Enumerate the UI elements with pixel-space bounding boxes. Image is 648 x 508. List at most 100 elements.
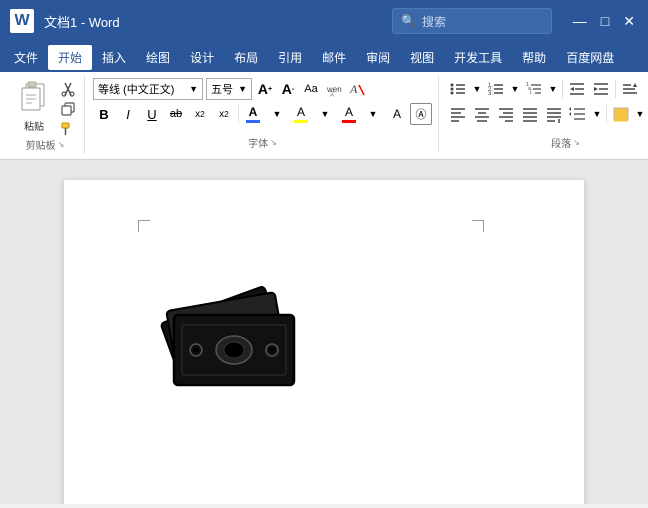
multilevel-dropdown[interactable]: ▼ [547,78,559,100]
page-corner-tl [138,220,150,232]
font-color-button[interactable]: A [242,103,264,125]
para-divider3 [606,105,607,123]
text-color-bar [342,120,356,123]
format-painter-button[interactable] [58,120,78,138]
ribbon: 粘贴 剪贴板 ↘ 等线 (中文正文) [0,72,648,160]
bullets-dropdown[interactable]: ▼ [471,78,483,100]
menu-baidu[interactable]: 百度网盘 [556,45,624,70]
char-shade-button[interactable]: A [386,103,408,125]
bullets-button[interactable] [447,78,469,100]
decrease-font-button[interactable]: A- [278,79,298,99]
font-name-selector[interactable]: 等线 (中文正文) ▼ [93,78,203,100]
shading-dropdown[interactable]: ▼ [634,103,646,125]
size-dropdown-icon: ▼ [238,84,247,94]
paragraph-expand-icon[interactable]: ↘ [573,138,580,147]
close-button[interactable]: ✕ [618,11,640,32]
numbering-button[interactable]: 1.2.3. [485,78,507,100]
align-right-button[interactable] [495,103,517,125]
menu-developer[interactable]: 开发工具 [444,45,512,70]
subscript-button[interactable]: x2 [189,103,211,125]
font-row-1: 等线 (中文正文) ▼ 五号 ▼ A+ A- Aa wen文 A [93,78,432,100]
font-expand-icon[interactable]: ↘ [270,138,277,147]
font-group: 等线 (中文正文) ▼ 五号 ▼ A+ A- Aa wen文 A B [87,76,439,152]
show-marks-button[interactable]: ¶ [643,78,648,100]
search-box[interactable]: 🔍 搜索 [392,8,552,34]
svg-text:i.: i. [530,90,533,96]
menu-insert[interactable]: 插入 [92,45,136,70]
decrease-indent-button[interactable] [566,78,588,100]
text-color-dropdown[interactable]: ▼ [362,103,384,125]
align-center-button[interactable] [471,103,493,125]
underline-button[interactable]: U [141,103,163,125]
align-left-button[interactable] [447,103,469,125]
change-case-button[interactable]: Aa [301,79,321,99]
increase-indent-button[interactable] [590,78,612,100]
font-color-bar [246,120,260,123]
font-row-2: B I U ab x2 x2 A ▼ A ▼ A [93,103,432,125]
menu-mailings[interactable]: 邮件 [312,45,356,70]
search-placeholder: 搜索 [422,13,446,30]
document-page[interactable] [64,180,584,504]
menu-draw[interactable]: 绘图 [136,45,180,70]
superscript-button[interactable]: x2 [213,103,235,125]
menu-layout[interactable]: 布局 [224,45,268,70]
document-area[interactable] [0,160,648,504]
font-label: 字体 ↘ [248,135,277,150]
font-size-selector[interactable]: 五号 ▼ [206,78,252,100]
italic-button[interactable]: I [117,103,139,125]
para-divider2 [615,80,616,98]
cut-button[interactable] [58,80,78,98]
text-color-button[interactable]: A [338,103,360,125]
line-spacing-button[interactable] [567,103,589,125]
svg-text:A: A [349,82,358,96]
minimize-button[interactable]: — [568,11,592,31]
phonetic-guide-button[interactable]: wen文 [324,79,344,99]
numbering-dropdown[interactable]: ▼ [509,78,521,100]
copy-button[interactable] [58,100,78,118]
svg-text:文: 文 [329,90,335,97]
distributed-button[interactable] [543,103,565,125]
justify-button[interactable] [519,103,541,125]
document-image[interactable] [154,270,314,390]
clipboard-sub-buttons [58,80,78,138]
menu-references[interactable]: 引用 [268,45,312,70]
paste-icon [16,80,52,116]
paragraph-label: 段落 ↘ [551,135,580,150]
title-bar: W 文档1 - Word 🔍 搜索 — □ ✕ [0,0,648,42]
clipboard-label: 剪贴板 ↘ [26,137,65,152]
menu-review[interactable]: 审阅 [356,45,400,70]
line-spacing-dropdown[interactable]: ▼ [591,103,603,125]
strikethrough-button[interactable]: ab [165,103,187,125]
highlight-bar [294,120,308,123]
clipboard-expand-icon[interactable]: ↘ [58,140,65,149]
clear-format-button[interactable]: A [347,79,367,99]
font-color-dropdown[interactable]: ▼ [266,103,288,125]
money-icon-svg [154,270,314,390]
menu-home[interactable]: 开始 [48,45,92,70]
highlight-dropdown[interactable]: ▼ [314,103,336,125]
paste-button[interactable]: 粘贴 [12,78,56,135]
menu-help[interactable]: 帮助 [512,45,556,70]
paragraph-group: ▼ 1.2.3. ▼ 1.a.i. ▼ [441,76,648,152]
bold-button[interactable]: B [93,103,115,125]
shading-button[interactable] [610,103,632,125]
font-divider [238,105,239,123]
highlight-button[interactable]: A [290,103,312,125]
menu-view[interactable]: 视图 [400,45,444,70]
char-border-button[interactable]: Ⓐ [410,103,432,125]
para-divider1 [562,80,563,98]
sort-button[interactable] [619,78,641,100]
app-logo: W [8,7,36,35]
page-corner-tr [472,220,484,232]
clipboard-group: 粘贴 剪贴板 ↘ [6,76,85,154]
menu-design[interactable]: 设计 [180,45,224,70]
font-dropdown-icon: ▼ [189,84,198,94]
menu-bar: 文件 开始 插入 绘图 设计 布局 引用 邮件 审阅 视图 开发工具 帮助 百度… [0,42,648,72]
svg-text:3.: 3. [488,91,493,97]
increase-font-button[interactable]: A+ [255,79,275,99]
maximize-button[interactable]: □ [596,11,614,31]
para-row-1: ▼ 1.2.3. ▼ 1.a.i. ▼ [447,78,648,100]
multilevel-button[interactable]: 1.a.i. [523,78,545,100]
para-row-2: ▼ ▼ ▼ [447,103,648,125]
menu-file[interactable]: 文件 [4,45,48,70]
